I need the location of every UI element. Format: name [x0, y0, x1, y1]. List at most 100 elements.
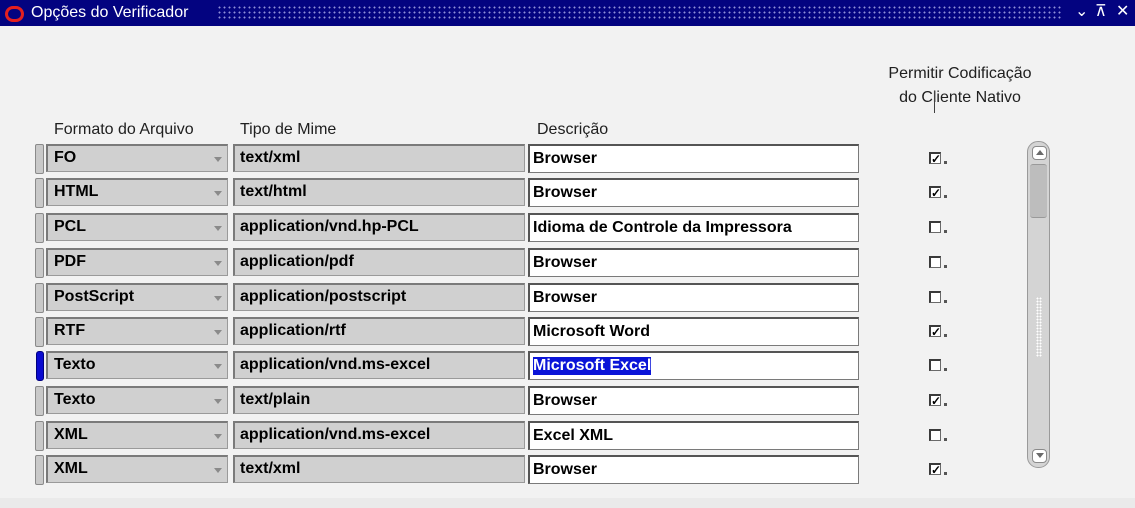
window-title: Opções do Verificador [31, 4, 189, 21]
mime-type-value: text/html [240, 183, 307, 200]
row-indicator[interactable] [35, 386, 44, 416]
vertical-scrollbar[interactable] [1027, 141, 1050, 468]
native-encoding-checkbox[interactable]: ✓ [929, 325, 941, 338]
description-value: Microsoft Excel [533, 357, 652, 375]
file-format-select[interactable]: XML [46, 421, 228, 449]
checkbox-focus-dot [944, 438, 947, 441]
mime-type-field[interactable]: application/postscript [233, 283, 525, 311]
file-format-value: PostScript [54, 288, 135, 305]
mime-type-field[interactable]: application/vnd.ms-excel [233, 421, 525, 449]
native-encoding-checkbox[interactable] [929, 221, 941, 233]
row-indicator[interactable] [35, 213, 44, 243]
mime-type-field[interactable]: application/rtf [233, 317, 525, 345]
chevron-down-icon[interactable] [214, 296, 222, 301]
checkbox-focus-dot [944, 195, 947, 198]
row-indicator[interactable] [35, 248, 44, 278]
chevron-down-icon[interactable] [214, 191, 222, 196]
table-row: Texto application/vnd.ms-excel Microsoft E… [0, 351, 1135, 381]
table-row: RTF application/rtf Microsoft Word ✓ [0, 317, 1135, 347]
mime-type-field[interactable]: application/pdf [233, 248, 525, 276]
file-format-select[interactable]: PostScript [46, 283, 228, 311]
chevron-down-icon[interactable] [214, 157, 222, 162]
native-encoding-checkbox[interactable]: ✓ [929, 394, 941, 407]
chevron-down-icon[interactable] [214, 226, 222, 231]
table-row: PCL application/vnd.hp-PCL Idioma de Contr… [0, 213, 1135, 243]
native-encoding-checkbox[interactable] [929, 256, 941, 268]
scroll-down-icon[interactable] [1032, 449, 1047, 463]
file-format-select[interactable]: HTML [46, 178, 228, 206]
scrollbar-thumb[interactable] [1030, 164, 1047, 218]
row-indicator[interactable] [35, 455, 44, 485]
file-format-select[interactable]: FO [46, 144, 228, 172]
table-row: XML text/xml Browser ✓ [0, 455, 1135, 485]
mime-type-field[interactable]: text/xml [233, 144, 525, 172]
checkbox-focus-dot [944, 334, 947, 337]
maximize-icon[interactable]: ⊼ [1095, 3, 1107, 21]
description-field[interactable]: Browser [528, 386, 859, 415]
description-value: Browser [533, 254, 598, 271]
file-format-select[interactable]: Texto [46, 351, 228, 379]
table-row: PDF application/pdf Browser [0, 248, 1135, 278]
header-file-format: Formato do Arquivo [54, 121, 194, 138]
description-field[interactable]: Microsoft Excel [528, 351, 859, 380]
file-format-value: PCL [54, 218, 86, 235]
mime-type-field[interactable]: text/plain [233, 386, 525, 414]
chevron-down-icon[interactable] [214, 364, 222, 369]
title-bar-grip [217, 5, 1063, 19]
mime-type-field[interactable]: application/vnd.ms-excel [233, 351, 525, 379]
file-format-select[interactable]: RTF [46, 317, 228, 345]
row-indicator[interactable] [35, 144, 44, 174]
chevron-down-icon[interactable] [214, 434, 222, 439]
description-field[interactable]: Excel XML [528, 421, 859, 450]
checkbox-focus-dot [944, 472, 947, 475]
row-indicator[interactable] [35, 421, 44, 451]
row-indicator[interactable] [35, 283, 44, 313]
file-format-value: XML [54, 426, 88, 443]
checkbox-focus-dot [944, 300, 947, 303]
native-encoding-checkbox[interactable] [929, 359, 941, 371]
mime-type-field[interactable]: application/vnd.hp-PCL [233, 213, 525, 241]
mime-type-value: application/vnd.ms-excel [240, 426, 431, 443]
description-field[interactable]: Browser [528, 455, 859, 484]
native-encoding-checkbox[interactable] [929, 429, 941, 441]
table-row: XML application/vnd.ms-excel Excel XML [0, 421, 1135, 451]
chevron-down-icon[interactable] [214, 468, 222, 473]
native-encoding-checkbox[interactable]: ✓ [929, 152, 941, 165]
row-indicator[interactable] [35, 178, 44, 208]
file-format-select[interactable]: PDF [46, 248, 228, 276]
checkbox-focus-dot [944, 230, 947, 233]
native-encoding-checkbox[interactable]: ✓ [929, 186, 941, 199]
file-format-select[interactable]: XML [46, 455, 228, 483]
description-field[interactable]: Browser [528, 178, 859, 207]
native-encoding-checkbox[interactable] [929, 291, 941, 303]
description-field[interactable]: Browser [528, 248, 859, 277]
row-indicator[interactable] [35, 317, 44, 347]
description-value: Idioma de Controle da Impressora [533, 219, 792, 236]
mime-type-field[interactable]: text/xml [233, 455, 525, 483]
chevron-down-icon[interactable] [214, 330, 222, 335]
file-format-select[interactable]: Texto [46, 386, 228, 414]
description-field[interactable]: Microsoft Word [528, 317, 859, 346]
native-encoding-checkbox[interactable]: ✓ [929, 463, 941, 476]
close-icon[interactable]: ✕ [1116, 3, 1129, 21]
mime-type-value: application/vnd.ms-excel [240, 356, 431, 373]
chevron-down-icon[interactable] [214, 261, 222, 266]
file-format-value: Texto [54, 391, 96, 408]
file-format-value: PDF [54, 253, 86, 270]
row-indicator[interactable] [36, 351, 44, 381]
header-native-encoding-line2: do Cliente Nativo [899, 89, 1021, 106]
mime-type-field[interactable]: text/html [233, 178, 525, 206]
file-format-value: Texto [54, 356, 96, 373]
checkbox-focus-dot [944, 368, 947, 371]
description-field[interactable]: Idioma de Controle da Impressora [528, 213, 859, 242]
scroll-up-icon[interactable] [1032, 146, 1047, 160]
file-format-value: XML [54, 460, 88, 477]
mime-type-value: text/xml [240, 460, 301, 477]
chevron-down-icon[interactable] [214, 399, 222, 404]
description-field[interactable]: Browser [528, 283, 859, 312]
mime-type-value: application/vnd.hp-PCL [240, 218, 419, 235]
description-field[interactable]: Browser [528, 144, 859, 173]
file-format-select[interactable]: PCL [46, 213, 228, 241]
title-bar[interactable]: Opções do Verificador ⌄ ⊼ ✕ [0, 0, 1135, 26]
minimize-icon[interactable]: ⌄ [1075, 3, 1088, 21]
